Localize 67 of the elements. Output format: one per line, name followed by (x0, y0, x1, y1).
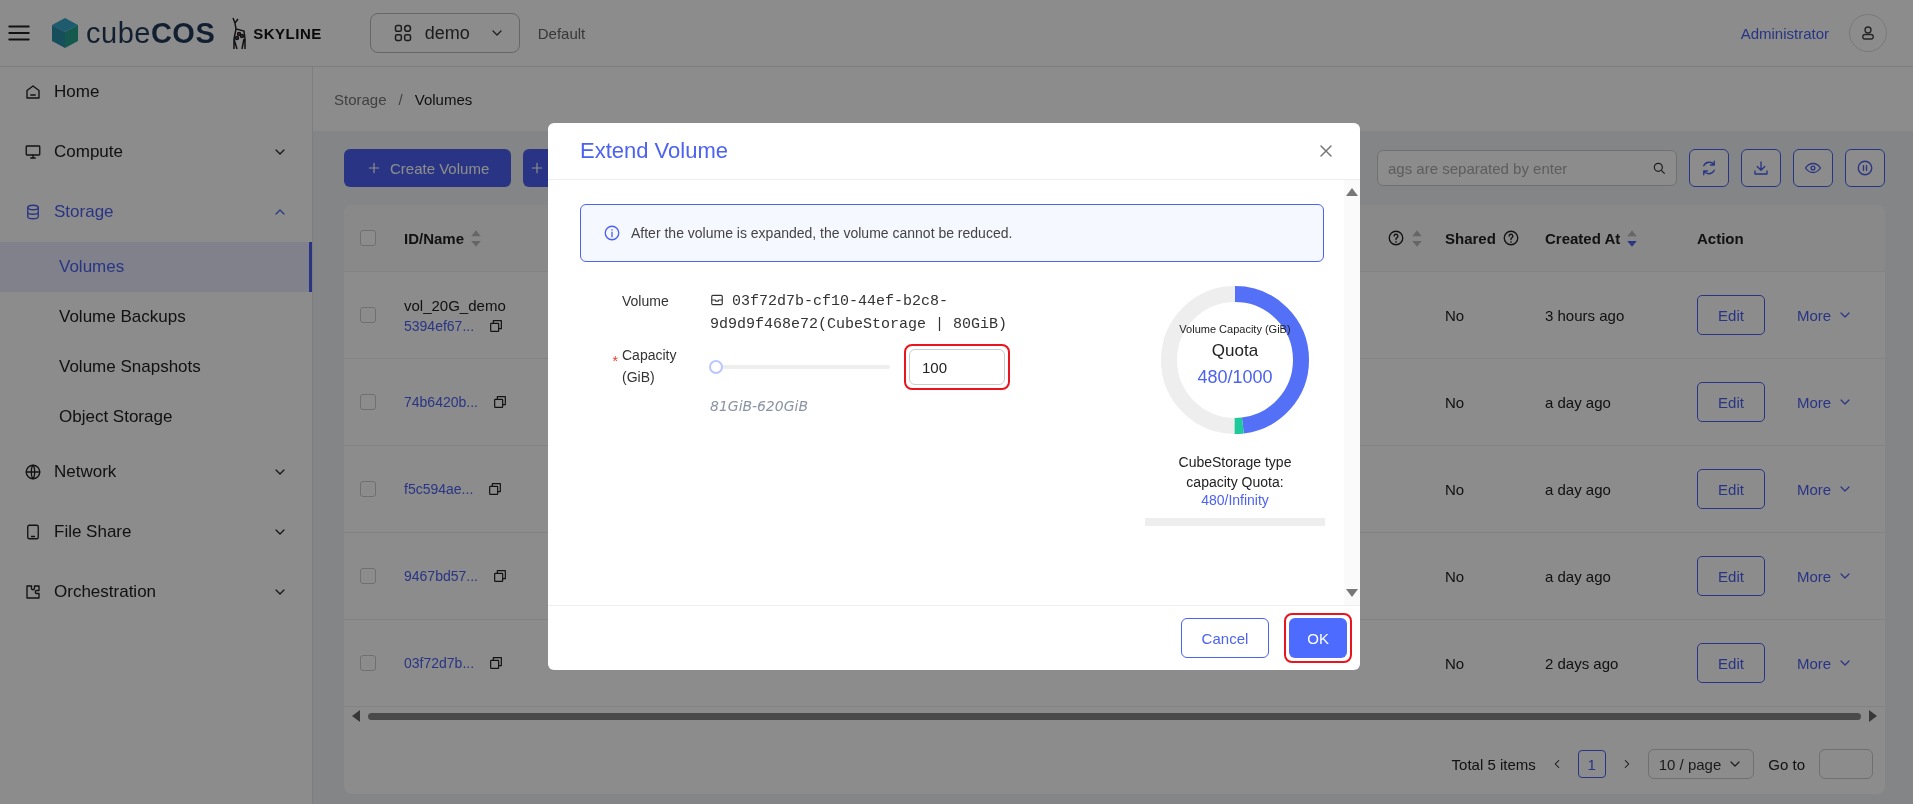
sidebar-item[interactable]: File Share (0, 507, 312, 557)
table-cell-text: No (1444, 480, 1466, 498)
more-menu[interactable]: More (1785, 567, 1861, 585)
table-cell-text: a day ago (1544, 567, 1612, 585)
volume-id-link[interactable]: 74b6420b... (404, 394, 478, 410)
field-label: Volume (622, 292, 670, 311)
logo-text: cubeCOS (86, 16, 216, 50)
volume-id-link[interactable]: f5c594ae... (404, 481, 474, 497)
sidebar-item[interactable]: Network (0, 447, 312, 497)
volume-id-link[interactable]: 5394ef67... (404, 317, 475, 334)
range-hint: 81GiB-620GiB (710, 398, 810, 414)
sidebar-subitem[interactable]: Volume Backups (0, 292, 312, 342)
dialog-title: Extend Volume (580, 138, 729, 164)
sidebar-subitem[interactable]: Volume Snapshots (0, 342, 312, 392)
edit-button[interactable]: Edit (1697, 295, 1765, 335)
domain-label: Default (537, 24, 586, 42)
sidebar-item[interactable]: Compute (0, 127, 312, 177)
goto-label: Go to (1768, 755, 1805, 773)
chart-label: Quota (1211, 340, 1259, 361)
sidebar-item[interactable]: Orchestration (0, 567, 312, 617)
table-cell-text: 3 hours ago (1544, 306, 1626, 324)
edit-button[interactable]: Edit (1697, 382, 1765, 422)
type-quota-label: CubeStorage type capacity Quota: (1177, 453, 1293, 492)
table-cell-text: No (1444, 393, 1466, 411)
table-cell-text: a day ago (1544, 393, 1612, 411)
create-button[interactable]: Create Volume (344, 149, 512, 187)
column-header: Shared (1445, 229, 1496, 247)
table-cell-text: a day ago (1544, 480, 1612, 498)
more-menu[interactable]: More (1785, 393, 1861, 411)
ok-button[interactable]: OK (1289, 618, 1347, 658)
sidebar-subitem[interactable]: Object Storage (0, 392, 312, 442)
volume-name: vol_20G_demo (404, 296, 506, 314)
required-mark: * (612, 352, 618, 371)
breadcrumb-item: Volumes (414, 90, 473, 108)
more-menu[interactable]: More (1785, 654, 1861, 672)
volume-id-link[interactable]: 03f72d7b... (404, 655, 475, 671)
breadcrumb-item[interactable]: Storage (334, 90, 387, 108)
breadcrumb-separator: / (398, 90, 403, 108)
column-header: Action (1697, 229, 1744, 247)
table-cell-text: No (1444, 306, 1466, 324)
volume-value: 03f72d7b-cf10-44ef-b2c8-9d9d9f468e72(CubeStorage | 80GiB) (710, 292, 1009, 335)
capacity-input[interactable]: 100 (909, 349, 1005, 385)
sidebar-item[interactable]: Home (0, 67, 312, 117)
project-selector[interactable]: demo (369, 13, 520, 53)
more-menu[interactable]: More (1785, 480, 1861, 498)
page-size-select[interactable]: 10 / page (1647, 749, 1755, 779)
sidebar-subitem[interactable]: Volumes (0, 242, 312, 292)
edit-button[interactable]: Edit (1697, 469, 1765, 509)
table-cell-text: No (1444, 654, 1466, 672)
page-button[interactable]: 1 (1577, 750, 1606, 778)
volume-id-link[interactable]: 9467bd57... (404, 568, 478, 584)
field-label: Capacity (GiB) (622, 346, 678, 387)
quota-reading: 480/1000 (1197, 366, 1273, 388)
total-count: Total 5 items (1451, 755, 1536, 773)
column-header: ID/Name (404, 229, 465, 247)
type-quota-reading: 480/Infinity (1201, 492, 1269, 508)
sidebar-item[interactable]: Storage (0, 187, 312, 237)
cancel-button[interactable]: Cancel (1180, 618, 1270, 658)
partner-logo-text: SKYLINE (253, 24, 322, 42)
alert-text: After the volume is expanded, the volume cannot be reduced. (631, 225, 1013, 241)
edit-button[interactable]: Edit (1697, 556, 1765, 596)
column-header: Created At (1545, 229, 1621, 247)
table-cell-text: No (1444, 567, 1466, 585)
edit-button[interactable]: Edit (1697, 643, 1765, 683)
more-menu[interactable]: More (1785, 306, 1861, 324)
table-cell-text: 2 days ago (1544, 654, 1620, 672)
user-link[interactable]: Administrator (1740, 24, 1829, 42)
